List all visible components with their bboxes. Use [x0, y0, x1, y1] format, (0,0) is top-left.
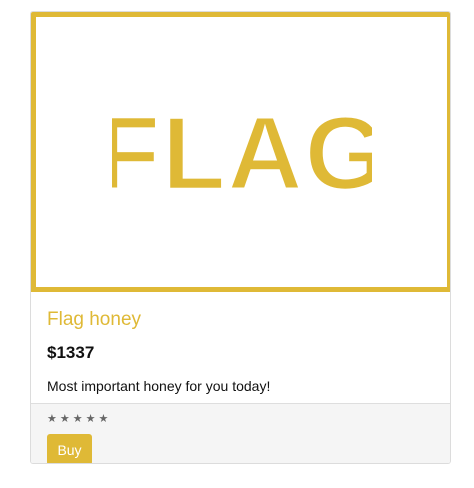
- product-title[interactable]: Flag honey: [47, 309, 141, 331]
- flag-logo: FLAG: [112, 97, 372, 207]
- star-icon: ★: [59, 412, 70, 425]
- buy-button[interactable]: Buy: [47, 434, 92, 463]
- product-image: FLAG: [31, 12, 450, 292]
- star-icon: ★: [72, 412, 83, 425]
- product-card: FLAG Flag honey $1337 Most important hon…: [30, 11, 451, 464]
- product-price: $1337: [47, 343, 95, 362]
- rating-stars: ★ ★ ★ ★ ★: [47, 412, 108, 425]
- card-footer: ★ ★ ★ ★ ★ Buy: [31, 404, 450, 463]
- star-icon: ★: [98, 412, 109, 425]
- star-icon: ★: [85, 412, 96, 425]
- product-description: Most important honey for you today!: [47, 378, 271, 394]
- card-body: Flag honey $1337 Most important honey fo…: [31, 292, 450, 404]
- star-icon: ★: [47, 412, 57, 425]
- flag-logo-text: FLAG: [112, 97, 372, 207]
